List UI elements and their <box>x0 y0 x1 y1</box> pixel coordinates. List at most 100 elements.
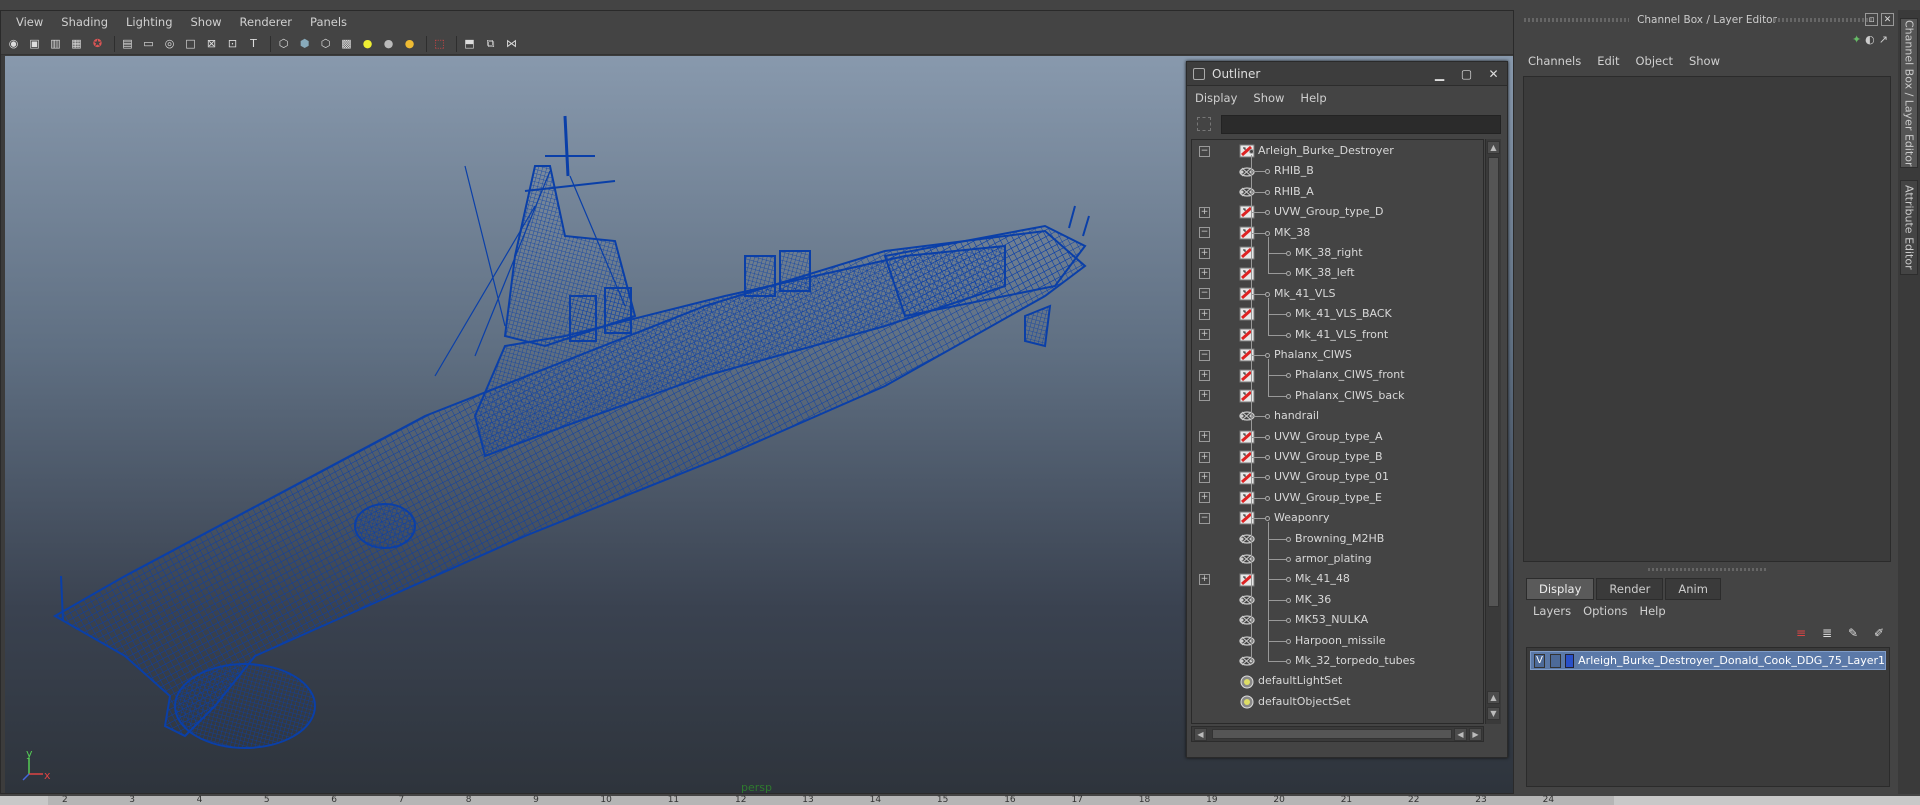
minimize-icon[interactable]: ▁ <box>1426 64 1453 84</box>
outliner-item[interactable]: + UVW_Group_type_A <box>1192 427 1483 447</box>
outliner-search-input[interactable] <box>1221 115 1501 134</box>
manipulator-icon[interactable]: ✦ <box>1852 33 1861 46</box>
outliner-item[interactable]: armor_plating <box>1192 549 1483 569</box>
shadows-icon[interactable]: ● <box>401 35 418 52</box>
outliner-item[interactable]: MK_36 <box>1192 590 1483 610</box>
expand-icon[interactable]: + <box>1199 492 1210 504</box>
outliner-item[interactable]: + MK_38_left <box>1192 263 1483 283</box>
menu-show[interactable]: Show <box>182 15 231 29</box>
cb-menu-object[interactable]: Object <box>1636 54 1673 68</box>
safe-title-icon[interactable]: T <box>245 35 262 52</box>
xray-joints-icon[interactable]: ⧉ <box>482 35 499 52</box>
smooth-shade-icon[interactable]: ⬢ <box>296 35 313 52</box>
outliner-menu-show[interactable]: Show <box>1253 91 1284 105</box>
outliner-item[interactable]: Browning_M2HB <box>1192 529 1483 549</box>
wireframe-on-shaded-icon[interactable]: ⬡ <box>317 35 334 52</box>
outliner-item[interactable]: + Mk_41_48 <box>1192 569 1483 589</box>
move-layer-up-icon[interactable]: ≡ <box>1792 625 1810 641</box>
outliner-item[interactable]: − Phalanx_CIWS <box>1192 345 1483 365</box>
outliner-item[interactable]: MK53_NULKA <box>1192 610 1483 630</box>
outliner-item[interactable]: + Mk_41_VLS_BACK <box>1192 304 1483 324</box>
image-plane-icon[interactable]: ▦ <box>68 35 85 52</box>
splitter-grip[interactable] <box>1648 568 1768 571</box>
close-icon[interactable]: ✕ <box>1881 13 1894 26</box>
collapse-icon[interactable]: − <box>1199 227 1210 239</box>
expand-icon[interactable]: + <box>1199 451 1210 463</box>
drag-grip[interactable] <box>1524 18 1629 22</box>
expand-icon[interactable]: + <box>1199 308 1210 320</box>
new-layer-selected-icon[interactable]: ✐ <box>1870 625 1888 641</box>
safe-action-icon[interactable]: ⊡ <box>224 35 241 52</box>
new-layer-icon[interactable]: ✎ <box>1844 625 1862 641</box>
scroll-thumb[interactable] <box>1488 157 1499 607</box>
menu-view[interactable]: View <box>7 15 52 29</box>
cb-menu-channels[interactable]: Channels <box>1528 54 1581 68</box>
outliner-item[interactable]: + Phalanx_CIWS_front <box>1192 365 1483 385</box>
tab-channel-box-layer-editor[interactable]: Channel Box / Layer Editor <box>1900 18 1918 168</box>
textured-icon[interactable]: ▩ <box>338 35 355 52</box>
outliner-item[interactable]: RHIB_A <box>1192 182 1483 202</box>
layer-menu-help[interactable]: Help <box>1639 604 1665 618</box>
outliner-titlebar[interactable]: Outliner ▁ ▢ ✕ <box>1187 62 1507 86</box>
layer-color-swatch[interactable] <box>1565 653 1575 668</box>
outliner-item[interactable]: − Arleigh_Burke_Destroyer <box>1192 141 1483 161</box>
outliner-menu-help[interactable]: Help <box>1300 91 1326 105</box>
collapse-icon[interactable]: − <box>1199 288 1210 300</box>
layer-menu-layers[interactable]: Layers <box>1533 604 1571 618</box>
camera-attributes-icon[interactable]: ▣ <box>26 35 43 52</box>
outliner-item[interactable]: − Mk_41_VLS <box>1192 284 1483 304</box>
default-lighting-icon[interactable]: ● <box>359 35 376 52</box>
scroll-left-icon[interactable]: ◀ <box>1194 728 1207 741</box>
collapse-icon[interactable]: − <box>1199 145 1210 157</box>
camera-select-icon[interactable]: ◉ <box>5 35 22 52</box>
outliner-tree[interactable]: − Arleigh_Burke_Destroyer RHIB_B RHIB_A + UVW… <box>1191 139 1484 724</box>
outliner-item[interactable]: + MK_38_right <box>1192 243 1483 263</box>
layer-row[interactable]: V Arleigh_Burke_Destroyer_Donald_Cook_DD… <box>1530 651 1886 670</box>
field-chart-icon[interactable]: ⊠ <box>203 35 220 52</box>
cb-menu-edit[interactable]: Edit <box>1597 54 1619 68</box>
tab-display[interactable]: Display <box>1526 578 1595 600</box>
resolution-gate-icon[interactable]: ◎ <box>161 35 178 52</box>
expand-icon[interactable]: + <box>1199 329 1210 341</box>
isolate-select-icon[interactable]: ⬒ <box>461 35 478 52</box>
expand-icon[interactable]: + <box>1199 206 1210 218</box>
layer-playback-toggle[interactable] <box>1550 653 1562 668</box>
expand-icon[interactable]: + <box>1199 574 1210 586</box>
gate-mask-icon[interactable]: □ <box>182 35 199 52</box>
scroll-left-icon[interactable]: ◀ <box>1454 728 1467 741</box>
tab-render[interactable]: Render <box>1596 578 1664 600</box>
outliner-item[interactable]: Harpoon_missile <box>1192 631 1483 651</box>
scroll-down-icon[interactable]: ▲ <box>1487 691 1500 704</box>
collapse-icon[interactable]: − <box>1199 512 1210 524</box>
film-gate-icon[interactable]: ▭ <box>140 35 157 52</box>
drag-grip[interactable] <box>1774 18 1874 22</box>
channel-box-area[interactable] <box>1523 76 1891 562</box>
grid-toggle-icon[interactable]: ✪ <box>89 35 106 52</box>
expand-icon[interactable]: + <box>1199 431 1210 443</box>
outliner-item[interactable]: Mk_32_torpedo_tubes <box>1192 651 1483 671</box>
scroll-thumb[interactable] <box>1212 729 1452 739</box>
outliner-item[interactable]: + Mk_41_VLS_front <box>1192 325 1483 345</box>
outliner-item[interactable]: − MK_38 <box>1192 223 1483 243</box>
menu-shading[interactable]: Shading <box>52 15 117 29</box>
close-icon[interactable]: ✕ <box>1480 64 1507 84</box>
speed-icon[interactable]: ◐ <box>1865 33 1875 46</box>
share-icon[interactable]: ⋈ <box>503 35 520 52</box>
outliner-item[interactable]: + Phalanx_CIWS_back <box>1192 386 1483 406</box>
expand-icon[interactable]: + <box>1199 268 1210 280</box>
menu-renderer[interactable]: Renderer <box>231 15 302 29</box>
scroll-down-icon[interactable]: ▼ <box>1487 707 1500 720</box>
tab-attribute-editor[interactable]: Attribute Editor <box>1900 180 1918 275</box>
menu-lighting[interactable]: Lighting <box>117 15 181 29</box>
grid-icon[interactable]: ▤ <box>119 35 136 52</box>
expand-icon[interactable]: + <box>1199 472 1210 484</box>
tab-anim[interactable]: Anim <box>1665 578 1721 600</box>
collapse-icon[interactable]: − <box>1199 349 1210 361</box>
layer-menu-options[interactable]: Options <box>1583 604 1627 618</box>
outliner-item[interactable]: RHIB_B <box>1192 161 1483 181</box>
cb-menu-show[interactable]: Show <box>1689 54 1720 68</box>
bookmark-icon[interactable]: ▥ <box>47 35 64 52</box>
time-slider[interactable]: 2 3 4 5 6 7 8 9 10 11 12 13 14 15 16 17 18 19 20 21 22 23 24 <box>0 795 1920 805</box>
outliner-item[interactable]: handrail <box>1192 406 1483 426</box>
maximize-icon[interactable]: ▢ <box>1453 64 1480 84</box>
